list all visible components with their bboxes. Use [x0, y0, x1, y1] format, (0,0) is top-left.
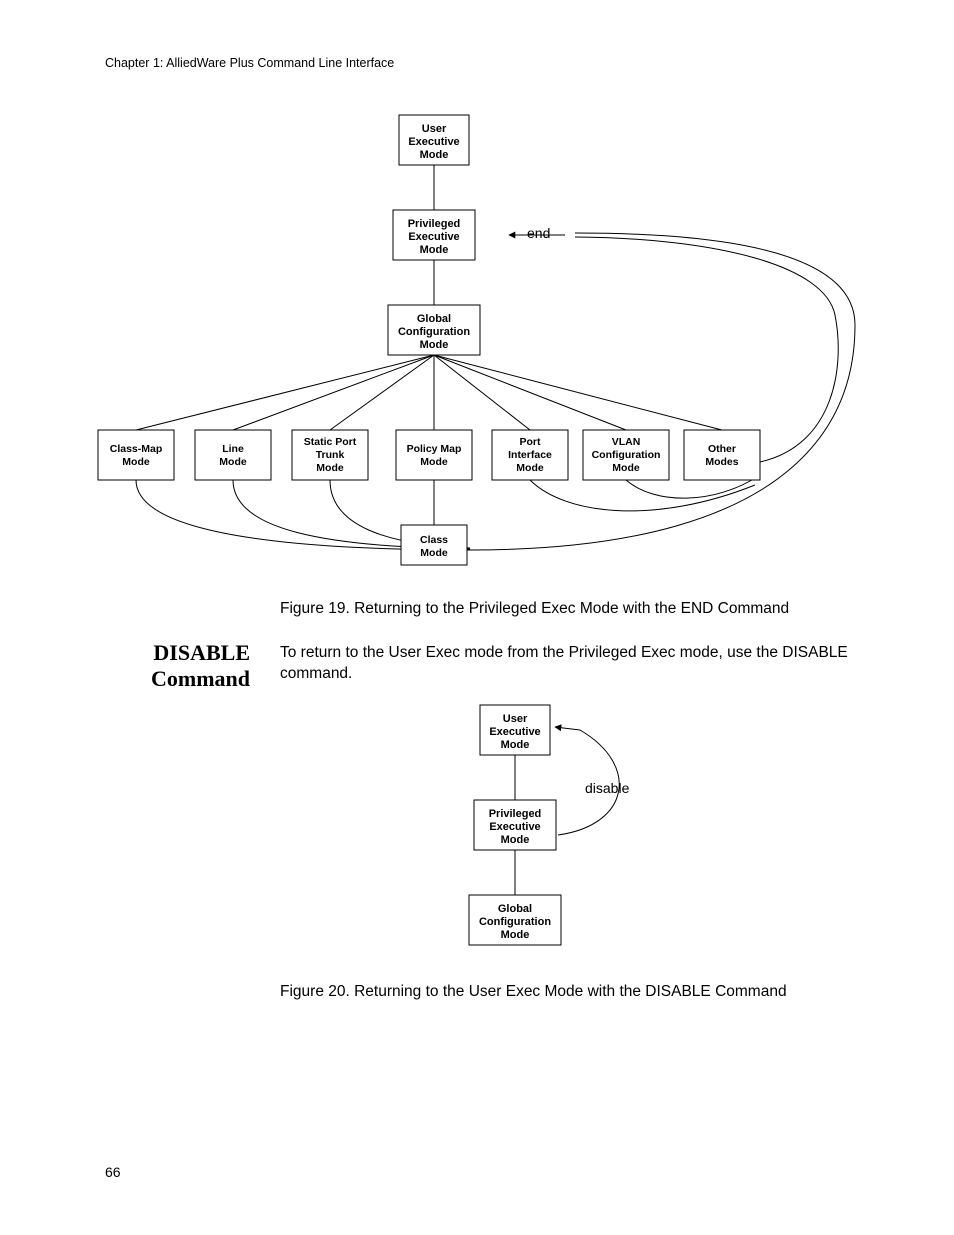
- svg-text:Class: Class: [420, 534, 448, 546]
- svg-text:Mode: Mode: [516, 462, 544, 474]
- svg-text:Configuration: Configuration: [592, 449, 661, 461]
- svg-text:Mode: Mode: [420, 339, 449, 351]
- svg-text:Mode: Mode: [501, 929, 530, 941]
- svg-text:Executive: Executive: [489, 821, 540, 833]
- svg-text:User: User: [422, 123, 447, 135]
- svg-text:Static Port: Static Port: [304, 436, 357, 448]
- svg-text:Line: Line: [222, 443, 244, 455]
- figure-20-caption: Figure 20. Returning to the User Exec Mo…: [280, 983, 880, 1001]
- svg-text:Configuration: Configuration: [398, 326, 470, 338]
- svg-text:Mode: Mode: [420, 547, 448, 559]
- figure-19-diagram: User Executive Mode Privileged Executive…: [95, 105, 865, 575]
- svg-text:Mode: Mode: [501, 739, 530, 751]
- svg-text:Executive: Executive: [408, 231, 459, 243]
- svg-text:Mode: Mode: [219, 456, 247, 468]
- figure-19-caption: Figure 19. Returning to the Privileged E…: [280, 600, 880, 618]
- svg-text:Global: Global: [498, 903, 532, 915]
- svg-text:Executive: Executive: [489, 726, 540, 738]
- svg-text:Mode: Mode: [612, 462, 640, 474]
- svg-text:Modes: Modes: [705, 456, 738, 468]
- svg-text:Mode: Mode: [122, 456, 150, 468]
- section-title-line2: Command: [151, 666, 250, 691]
- svg-text:Port: Port: [520, 436, 542, 448]
- page: Chapter 1: AlliedWare Plus Command Line …: [0, 0, 954, 1235]
- section-title: DISABLE Command: [105, 640, 250, 693]
- svg-text:Privileged: Privileged: [489, 808, 542, 820]
- section-body: To return to the User Exec mode from the…: [280, 643, 850, 685]
- svg-text:Executive: Executive: [408, 136, 459, 148]
- svg-text:Interface: Interface: [508, 449, 552, 461]
- svg-text:Configuration: Configuration: [479, 916, 551, 928]
- svg-text:Trunk: Trunk: [316, 449, 345, 461]
- svg-text:Mode: Mode: [316, 462, 344, 474]
- svg-text:Global: Global: [417, 313, 451, 325]
- svg-text:Mode: Mode: [420, 149, 449, 161]
- figure-20-diagram: User Executive Mode Privileged Executive…: [380, 695, 700, 965]
- end-label: end: [527, 225, 550, 241]
- svg-text:Mode: Mode: [420, 244, 449, 256]
- svg-text:Privileged: Privileged: [408, 218, 461, 230]
- disable-label: disable: [585, 780, 630, 796]
- svg-text:Other: Other: [708, 443, 736, 455]
- section-title-line1: DISABLE: [153, 640, 250, 665]
- svg-text:Mode: Mode: [501, 834, 530, 846]
- page-number: 66: [105, 1164, 121, 1180]
- svg-text:User: User: [503, 713, 528, 725]
- svg-text:Class-Map: Class-Map: [110, 443, 163, 455]
- svg-text:VLAN: VLAN: [612, 436, 641, 448]
- chapter-header: Chapter 1: AlliedWare Plus Command Line …: [105, 56, 394, 70]
- svg-text:Policy Map: Policy Map: [407, 443, 462, 455]
- svg-text:Mode: Mode: [420, 456, 448, 468]
